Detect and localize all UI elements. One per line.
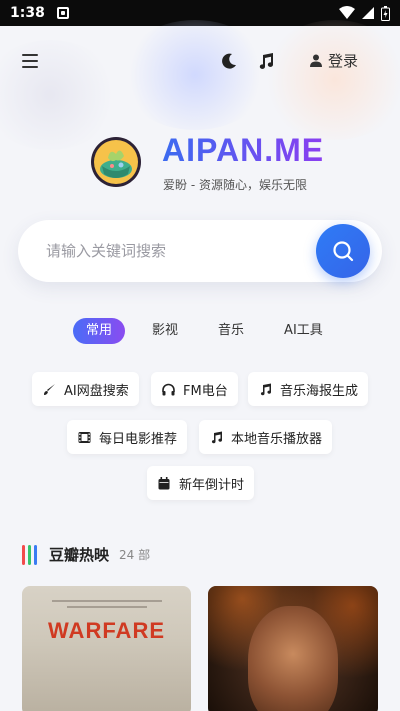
category-tabs: 常用 影视 音乐 AI工具: [73, 318, 350, 344]
section-header: 豆瓣热映 24 部: [22, 544, 150, 565]
logo-icon: [91, 137, 141, 187]
menu-icon[interactable]: [22, 54, 38, 68]
tool-label: 音乐海报生成: [280, 383, 359, 399]
moon-icon[interactable]: [220, 52, 238, 70]
tool-new-year-countdown[interactable]: 新年倒计时: [147, 466, 255, 500]
notification-icon: [56, 7, 69, 19]
film-icon: [77, 430, 91, 444]
status-time: 1:38: [10, 5, 45, 21]
section-bars-icon: [22, 544, 37, 565]
search-bar: [18, 220, 382, 282]
tool-local-music-player[interactable]: 本地音乐播放器: [199, 420, 333, 454]
search-input[interactable]: [46, 238, 306, 264]
background-glow: [260, 20, 400, 140]
music-note-icon[interactable]: [256, 51, 276, 71]
tool-label: FM电台: [183, 383, 228, 399]
login-button[interactable]: 登录: [310, 50, 358, 71]
tool-label: AI网盘搜索: [64, 383, 129, 399]
headphones-icon: [161, 382, 175, 396]
movie-card[interactable]: [208, 586, 378, 711]
status-icons: [339, 5, 390, 21]
section-title: 豆瓣热映: [49, 546, 110, 564]
brand-subtitle: 爱盼 - 资源随心，娱乐无限: [163, 178, 307, 192]
tab-music[interactable]: 音乐: [205, 318, 257, 344]
calendar-icon: [157, 476, 171, 490]
tool-label: 本地音乐播放器: [231, 431, 323, 447]
brush-icon: [42, 382, 56, 396]
tool-fm-radio[interactable]: FM电台: [151, 372, 238, 406]
tab-movies[interactable]: 影视: [139, 318, 191, 344]
search-icon: [333, 241, 354, 262]
wifi-icon: [339, 6, 355, 19]
tool-label: 每日电影推荐: [99, 431, 178, 447]
music-note-icon: [258, 382, 272, 396]
section-count: 24 部: [119, 548, 151, 562]
tool-daily-movie[interactable]: 每日电影推荐: [67, 420, 188, 454]
brand-title: AIPAN.ME: [162, 132, 325, 168]
user-icon: [310, 54, 322, 67]
tab-common[interactable]: 常用: [73, 318, 126, 344]
tool-music-poster[interactable]: 音乐海报生成: [248, 372, 369, 406]
battery-icon: [381, 5, 390, 21]
music-note-icon: [209, 430, 223, 444]
search-button[interactable]: [316, 224, 370, 278]
top-bar: 登录: [0, 46, 400, 78]
poster-image: [248, 606, 338, 711]
tool-ai-pan-search[interactable]: AI网盘搜索: [32, 372, 139, 406]
poster-decoration: [52, 600, 162, 602]
login-label: 登录: [328, 52, 359, 70]
signal-icon: [362, 7, 374, 19]
tool-label: 新年倒计时: [179, 477, 245, 493]
poster-title: WARFARE: [48, 618, 165, 643]
movie-card[interactable]: WARFARE: [22, 586, 191, 711]
tab-ai-tools[interactable]: AI工具: [271, 318, 336, 344]
poster-decoration: [67, 606, 147, 608]
